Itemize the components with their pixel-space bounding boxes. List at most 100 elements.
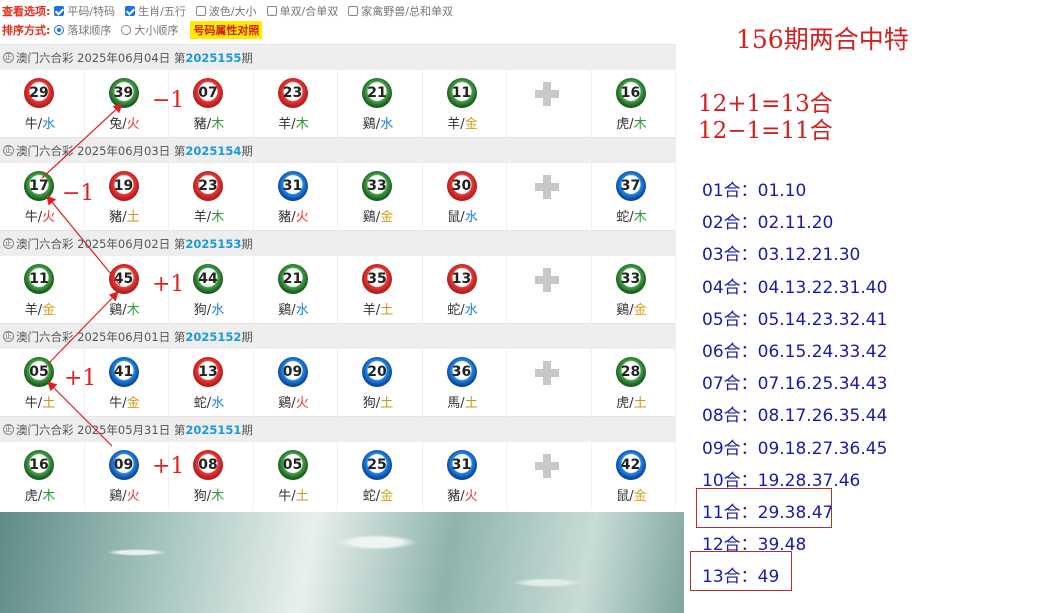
lottery-ball: 11 [24,264,54,294]
ball-cell: 35 羊/土 [338,256,423,324]
plus-icon [535,361,559,385]
ocean-wave-image [0,512,684,613]
ball-cell: 25 蛇/金 [338,442,423,510]
checkbox-unchecked[interactable] [266,5,277,16]
element-label: 木 [42,489,56,504]
sort-options-label: 排序方式: [2,23,51,37]
ball-zodiac-element: 鷄/金 [338,206,418,225]
draw-issue-number: 2025151 [185,422,242,437]
option-odd-even[interactable]: 单双/合单双 [266,3,338,19]
annotation-minus-1: −1 [152,88,185,113]
ball-cell: 31 豬/火 [423,442,507,510]
plus-icon [535,175,559,199]
ball-zodiac-element: 鷄/火 [254,392,334,411]
element-label: 水 [42,117,56,132]
ball-cell: 05 牛/土 [254,442,338,510]
ball-cell: 21 鷄/水 [338,70,423,138]
radio-unselected[interactable] [121,24,132,35]
he-row: 04合：04.13.22.31.40 [702,277,888,298]
ball-cell: 16 虎/木 [0,442,85,510]
options-bar: 查看选项: 平码/特码 生肖/五行 波色/大小 单双/合单双 家禽野兽/总和单双… [0,0,676,44]
checkbox-unchecked[interactable] [348,5,359,16]
ball-zodiac-element: 虎/土 [592,392,672,411]
draw-date: 澳门六合彩 2025年06月02日 第 [16,236,186,251]
ball-zodiac-element: 羊/金 [0,299,80,318]
ball-zodiac-element: 鷄/水 [254,299,334,318]
ball-zodiac-element: 牛/金 [85,392,165,411]
plus-icon [535,454,559,478]
lottery-ball: 31 [277,171,308,201]
lottery-ball: 28 [615,357,646,387]
zodiac-label: 鷄 [278,396,292,411]
checkbox-checked[interactable] [54,5,65,16]
ball-row: 17 牛/火 19 豬/土 23 羊/木 31 豬/火 33 鷄/金 30 鼠/水 37 蛇/木 [0,163,676,231]
zodiac-label: 羊 [447,117,461,132]
lottery-ball: 44 [193,264,223,294]
zodiac-label: 狗 [362,396,376,411]
lottery-ball: 36 [446,357,477,387]
zodiac-label: 鼠 [447,210,461,225]
ball-zodiac-element: 羊/木 [254,113,334,132]
element-label: 木 [295,117,309,132]
lottery-ball: 35 [362,264,392,294]
option-domestic-wild[interactable]: 家禽野兽/总和单双 [348,3,453,19]
he-row: 02合：02.11.20 [702,213,834,234]
sort-draw-order[interactable]: 落球顺序 [54,22,111,38]
plus-icon [535,82,559,106]
ball-zodiac-element: 鼠/金 [592,485,672,504]
draw-issue-suffix: 期 [241,236,253,251]
draw-issue-number: 2025154 [185,143,242,158]
plus-cell [507,163,592,231]
plus-cell [507,70,592,138]
he-row: 06合：06.15.24.33.42 [702,342,888,362]
draw-issue-number: 2025153 [185,236,242,251]
ball-cell: 33 鷄/金 [338,163,423,231]
radio-selected[interactable] [54,24,65,35]
zodiac-label: 豬 [193,117,207,132]
option-flat-special[interactable]: 平码/特码 [54,3,115,19]
lottery-ball: 08 [193,450,223,480]
annotation-plus-1: +1 [152,272,185,297]
draw-header: 正澳门六合彩 2025年06月01日 第 2025152 期 [0,324,676,349]
lottery-ball: 33 [615,264,646,294]
draw-issue-suffix: 期 [241,143,253,158]
draw-row: 正澳门六合彩 2025年06月02日 第 2025153 期 11 羊/金 45 鷄/木 44… [0,230,676,324]
element-label: 土 [464,396,478,411]
lottery-ball: 23 [277,78,308,108]
lottery-ball: 17 [24,171,54,201]
sort-options-row: 排序方式: 落球顺序 大小顺序 号码属性对照 [2,20,674,39]
ball-zodiac-element: 豬/火 [423,485,503,504]
lottery-ball: 31 [446,450,477,480]
lottery-ball: 37 [615,171,646,201]
zodiac-label: 虎 [616,396,630,411]
ball-row: 16 虎/木 09 鷄/火 08 狗/木 05 牛/土 25 蛇/金 31 豬/火 42 鼠/金 [0,442,676,510]
lottery-ball: 39 [108,78,139,108]
prediction-title: 156期两合中特 [736,25,909,54]
lottery-ball: 19 [108,171,139,201]
sort-size-order[interactable]: 大小顺序 [121,22,178,38]
option-zodiac-element[interactable]: 生肖/五行 [125,3,186,19]
ball-cell: 30 鼠/水 [423,163,507,231]
plus-icon [535,268,559,292]
annotation-plus-1: +1 [64,366,97,391]
highlight-box-13 [690,551,792,591]
element-label: 火 [295,396,309,411]
ball-cell: 28 虎/土 [592,349,676,417]
checkbox-unchecked[interactable] [195,5,206,16]
macau-logo-icon: 正 [3,52,14,63]
option-color-size[interactable]: 波色/大小 [195,3,257,19]
he-row: 01合：01.10 [702,181,807,201]
zodiac-label: 蛇 [362,489,376,504]
lottery-ball: 41 [108,357,139,387]
ball-zodiac-element: 狗/水 [169,299,249,318]
draw-row: 正澳门六合彩 2025年06月04日 第 2025155 期 29 牛/水 39 兔/火 07… [0,44,676,138]
checkbox-checked[interactable] [125,5,136,16]
ball-zodiac-element: 牛/土 [0,392,80,411]
number-attribute-button[interactable]: 号码属性对照 [190,20,263,39]
annotation-plus-1: +1 [152,454,185,479]
lottery-ball: 07 [193,78,223,108]
zodiac-label: 豬 [278,210,292,225]
draw-date: 澳门六合彩 2025年06月01日 第 [16,329,186,344]
draw-date: 澳门六合彩 2025年06月04日 第 [16,50,186,65]
ball-row: 11 羊/金 45 鷄/木 44 狗/水 21 鷄/水 35 羊/土 13 蛇/水 33 鷄/金 [0,256,676,324]
